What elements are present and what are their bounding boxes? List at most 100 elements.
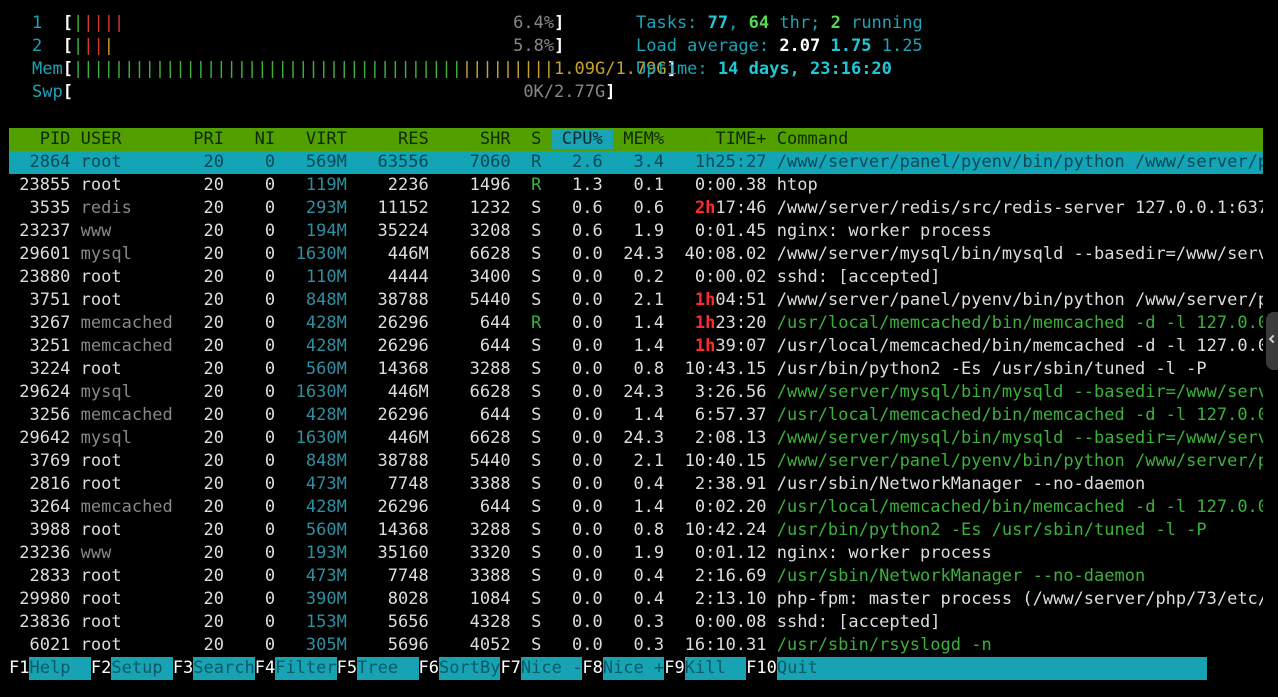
cell-mem: 0.3 (612, 635, 675, 655)
cell-pid: 2833 (9, 566, 81, 586)
fkey-label[interactable]: Setup (111, 657, 173, 680)
table-row[interactable]: 3751 root 20 0 848M 38788 5440 S 0.0 2.1… (9, 289, 1263, 312)
cell-time: 10:42.24 (674, 520, 777, 540)
column-header-ni[interactable]: NI (234, 129, 285, 149)
cell-shr: 3288 (438, 520, 521, 540)
fkey-label[interactable]: Filter (275, 657, 337, 680)
cell-res: 5656 (357, 612, 439, 632)
cell-virt: 848M (285, 290, 358, 310)
column-header-pid[interactable]: PID (9, 129, 81, 149)
table-row[interactable]: 23236 www 20 0 193M 35160 3320 S 0.0 1.9… (9, 542, 1263, 565)
cell-cmd: php-fpm: master process (/www/server/php… (776, 589, 1263, 609)
table-row[interactable]: 3224 root 20 0 560M 14368 3288 S 0.0 0.8… (9, 358, 1263, 381)
table-row[interactable]: 3251 memcached 20 0 428M 26296 644 S 0.0… (9, 335, 1263, 358)
cell-cmd: /www/server/mysql/bin/mysqld --basedir=/… (776, 244, 1263, 264)
cell-time: 0:00.02 (674, 267, 777, 287)
column-header-time[interactable]: TIME+ (674, 129, 776, 149)
fkey-label[interactable]: Tree (357, 657, 419, 680)
column-header-shr[interactable]: SHR (439, 129, 521, 149)
table-row[interactable]: 29642 mysql 20 0 1630M 446M 6628 S 0.0 2… (9, 427, 1263, 450)
column-header-pri[interactable]: PRI (193, 129, 234, 149)
fkey-label[interactable]: Kill (684, 657, 747, 680)
table-row[interactable]: 29980 root 20 0 390M 8028 1084 S 0.0 0.4… (9, 588, 1263, 611)
function-key-bar: F1Help F2Setup F3SearchF4FilterF5Tree F6… (9, 657, 1207, 680)
column-header-mem[interactable]: MEM% (613, 129, 674, 149)
column-header-cmd[interactable]: Command (777, 129, 849, 149)
table-row[interactable]: 23880 root 20 0 110M 4444 3400 S 0.0 0.2… (9, 266, 1263, 289)
cell-mem: 0.3 (612, 612, 675, 632)
table-row[interactable]: 2864 root 20 0 569M 63556 7060 R 2.6 3.4… (9, 151, 1263, 174)
fkey-label[interactable]: Nice + (602, 657, 665, 680)
column-header-user[interactable]: USER (81, 129, 194, 149)
fkey-label[interactable]: Help (29, 657, 91, 680)
cell-shr: 1496 (438, 175, 521, 195)
cell-pid: 23236 (9, 543, 81, 563)
cell-s: S (520, 336, 552, 356)
fkey-label[interactable]: Search (193, 657, 255, 680)
table-row[interactable]: 3264 memcached 20 0 428M 26296 644 S 0.0… (9, 496, 1263, 519)
fkey-f3[interactable]: F3 (172, 658, 194, 678)
table-row[interactable]: 3769 root 20 0 848M 38788 5440 S 0.0 2.1… (9, 450, 1263, 473)
column-header-virt[interactable]: VIRT (285, 129, 357, 149)
cell-ni: 0 (234, 589, 286, 609)
fkey-f9[interactable]: F9 (664, 658, 685, 678)
cell-res: 8028 (357, 589, 439, 609)
column-header-res[interactable]: RES (357, 129, 439, 149)
table-row[interactable]: 3267 memcached 20 0 428M 26296 644 R 0.0… (9, 312, 1263, 335)
table-row[interactable]: 2833 root 20 0 473M 7748 3388 S 0.0 0.4 … (9, 565, 1263, 588)
cell-res: 7748 (357, 474, 439, 494)
table-row[interactable]: 3988 root 20 0 560M 14368 3288 S 0.0 0.8… (9, 519, 1263, 542)
cell-pri: 20 (193, 497, 235, 517)
table-row[interactable]: 3535 redis 20 0 293M 11152 1232 S 0.6 0.… (9, 197, 1263, 220)
fkey-f1[interactable]: F1 (9, 658, 30, 678)
fkey-label[interactable]: SortBy (439, 657, 501, 680)
cell-mem: 1.9 (612, 221, 675, 241)
cell-pri: 20 (193, 221, 235, 241)
fkey-f5[interactable]: F5 (336, 658, 358, 678)
cell-shr: 4328 (438, 612, 521, 632)
cell-pid: 2816 (9, 474, 81, 494)
fkey-f8[interactable]: F8 (582, 658, 603, 678)
table-row[interactable]: 2816 root 20 0 473M 7748 3388 S 0.0 0.4 … (9, 473, 1263, 496)
table-row[interactable]: 23237 www 20 0 194M 35224 3208 S 0.6 1.9… (9, 220, 1263, 243)
fkey-f6[interactable]: F6 (418, 658, 440, 678)
cell-ni: 0 (234, 313, 286, 333)
table-row[interactable]: 23836 root 20 0 153M 5656 4328 S 0.0 0.3… (9, 611, 1263, 634)
cell-cmd: sshd: [accepted] (776, 612, 941, 632)
cell-shr: 644 (438, 405, 521, 425)
fkey-f2[interactable]: F2 (90, 658, 112, 678)
process-table-header[interactable]: PID USER PRI NI VIRT RES SHR S CPU% MEM%… (9, 128, 1263, 151)
table-row[interactable]: 23855 root 20 0 119M 2236 1496 R 1.3 0.1… (9, 174, 1263, 197)
cell-pid: 3751 (9, 290, 81, 310)
cell-pri: 20 (193, 474, 235, 494)
side-panel-toggle-icon[interactable] (1266, 312, 1278, 370)
cell-user: root (80, 290, 194, 310)
fkey-f10[interactable]: F10 (746, 658, 777, 678)
table-row[interactable]: 3256 memcached 20 0 428M 26296 644 S 0.0… (9, 404, 1263, 427)
cell-shr: 3288 (438, 359, 521, 379)
column-header-cpu[interactable]: CPU% (551, 129, 613, 149)
table-row[interactable]: 29624 mysql 20 0 1630M 446M 6628 S 0.0 2… (9, 381, 1263, 404)
table-row[interactable]: 29601 mysql 20 0 1630M 446M 6628 S 0.0 2… (9, 243, 1263, 266)
cell-s: S (520, 382, 552, 402)
cell-mem: 2.1 (612, 451, 675, 471)
cell-s: S (520, 428, 552, 448)
cell-virt: 428M (285, 313, 358, 333)
table-row[interactable]: 6021 root 20 0 305M 5696 4052 S 0.0 0.3 … (9, 634, 1263, 657)
fkey-f4[interactable]: F4 (254, 658, 276, 678)
fkey-f7[interactable]: F7 (500, 658, 521, 678)
fkey-label[interactable]: Quit (776, 657, 1207, 680)
cell-shr: 4052 (438, 635, 521, 655)
cell-cmd: /www/server/redis/src/redis-server 127.0… (776, 198, 1263, 218)
cell-user: memcached (80, 313, 194, 333)
cell-user: www (80, 543, 194, 563)
cell-cmd: /www/server/panel/pyenv/bin/python /www/… (776, 451, 1263, 471)
cell-res: 14368 (357, 359, 439, 379)
cell-pid: 23855 (9, 175, 81, 195)
time-hours: 1h (694, 313, 716, 333)
column-header-s[interactable]: S (521, 129, 552, 149)
cell-pri: 20 (193, 428, 235, 448)
cell-time: 2h17:46 (694, 198, 777, 218)
fkey-label[interactable]: Nice - (520, 657, 583, 680)
process-list[interactable]: 2864 root 20 0 569M 63556 7060 R 2.6 3.4… (9, 151, 1263, 657)
